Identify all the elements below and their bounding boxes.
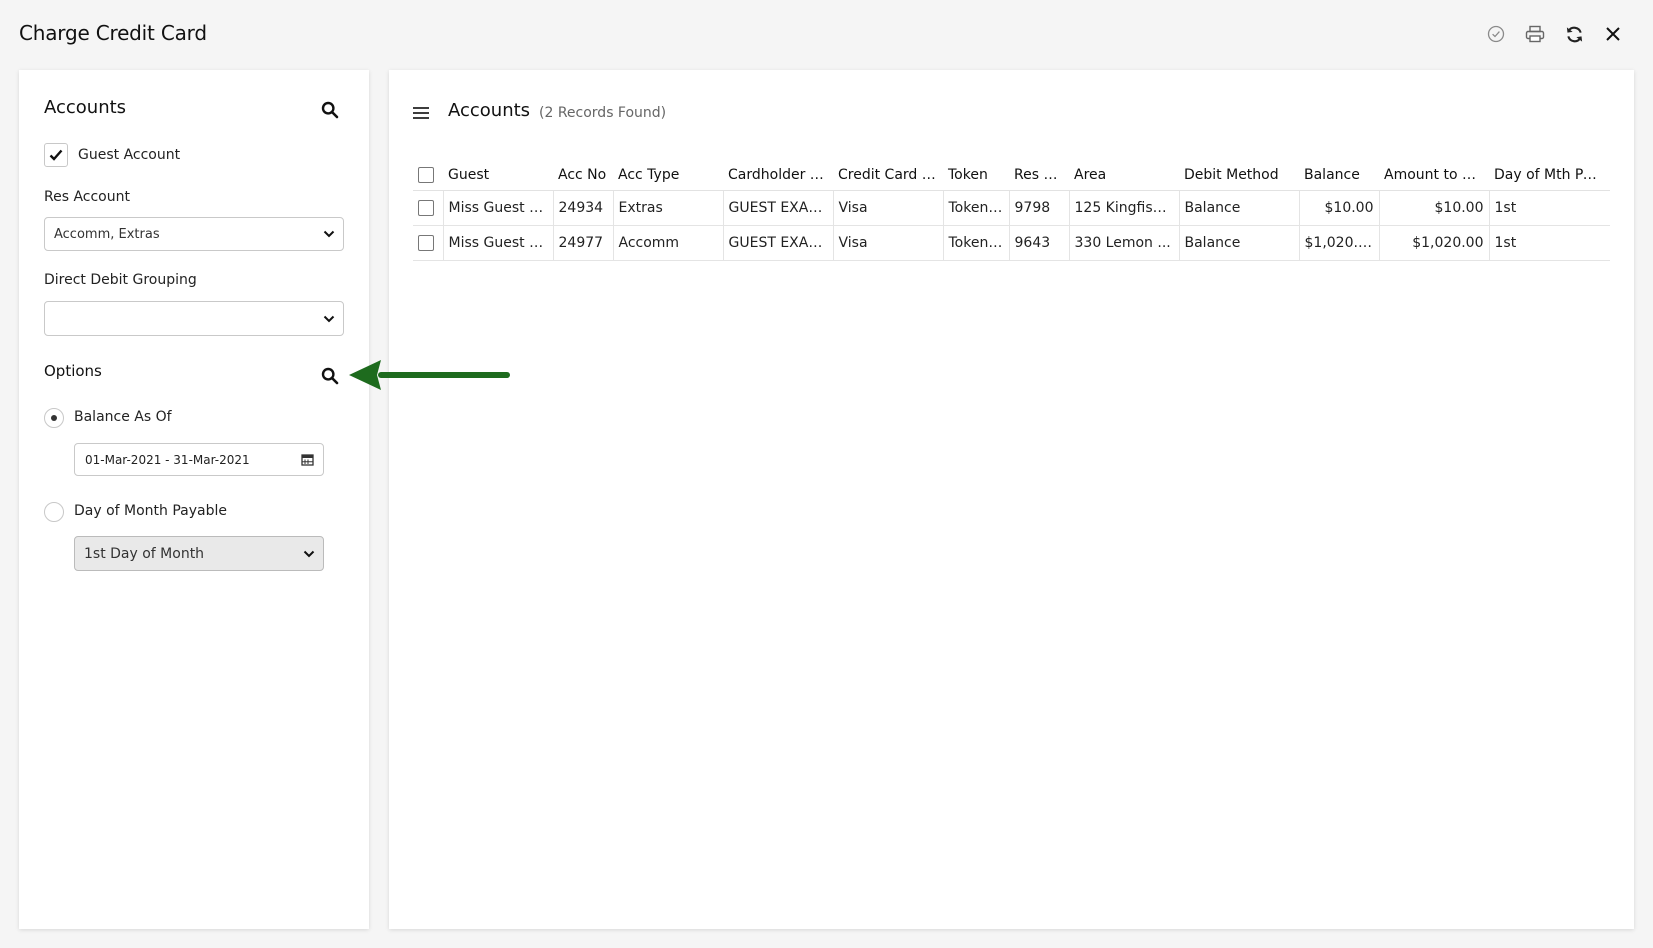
refresh-button[interactable] [1562,22,1586,46]
table-cell: Balance [1178,225,1299,261]
calendar-icon [301,454,314,466]
row-checkbox[interactable] [418,199,434,216]
select-all-cell [413,160,443,191]
filter-panel: Accounts Guest Account Res Account Accom… [19,70,369,929]
direct-debit-grouping-label: Direct Debit Grouping [44,272,197,288]
table-cell: Miss Guest E... [442,225,553,261]
menu-button[interactable] [413,105,429,124]
res-account-value: Accomm, Extras [54,226,160,242]
table-cell: Balance [1178,190,1299,226]
checkmark-icon [49,149,63,161]
table-cell: Visa [832,190,943,226]
column-header[interactable]: Acc Type [613,160,723,191]
column-header[interactable]: Credit Card (... [833,160,943,191]
column-header[interactable]: Acc No [553,160,613,191]
column-header[interactable]: Guest [443,160,553,191]
chevron-down-icon [323,315,335,322]
day-of-month-label: Day of Month Payable [74,503,228,519]
save-button[interactable] [1484,22,1508,46]
table-cell: GUEST EXAM... [722,225,833,261]
table-cell: 24934 [552,190,613,226]
table-cell: Accomm [612,225,723,261]
window-title: Charge Credit Card [19,21,207,45]
table-cell: $10.00 [1378,190,1489,226]
table-cell: 1st [1488,190,1610,226]
table-cell: Extras [612,190,723,226]
table-cell: 9643 [1008,225,1069,261]
row-select-cell [413,190,443,226]
table-cell: Visa [832,225,943,261]
accounts-section-title: Accounts [44,97,127,118]
column-header[interactable]: Cardholder N... [723,160,833,191]
table-cell: $10.00 [1298,190,1379,226]
column-header[interactable]: Res N... [1009,160,1069,191]
search-icon [321,101,339,119]
row-checkbox[interactable] [418,234,434,251]
table-cell: 125 Kingfishe... [1068,190,1179,226]
day-of-month-value: 1st Day of Month [84,545,205,562]
results-panel: Accounts (2 Records Found) Guest Acc No … [389,70,1634,929]
chevron-down-icon [323,230,335,238]
table-cell: 9798 [1008,190,1069,226]
accounts-table: Guest Acc No Acc Type Cardholder N... Cr… [413,160,1610,261]
column-header[interactable]: Debit Method [1179,160,1299,191]
table-cell: Miss Guest E... [442,190,553,226]
results-title: Accounts [448,100,531,121]
table-cell: $1,020.00 [1378,225,1489,261]
date-range-input[interactable]: 01-Mar-2021 - 31-Mar-2021 [74,443,324,476]
table-cell: 330 Lemon ... [1068,225,1179,261]
direct-debit-grouping-select[interactable] [44,301,344,336]
res-account-label: Res Account [44,189,130,205]
check-circle-icon [1487,25,1505,43]
column-header[interactable]: Balance [1299,160,1379,191]
res-account-select[interactable]: Accomm, Extras [44,217,344,251]
table-cell: Token ... [942,190,1009,226]
table-header-row: Guest Acc No Acc Type Cardholder N... Cr… [413,160,1610,191]
guest-account-label: Guest Account [78,147,181,163]
table-cell: 1st [1488,225,1610,261]
column-header[interactable]: Amount to D... [1379,160,1489,191]
day-of-month-select[interactable]: 1st Day of Month [74,536,324,571]
date-range-value: 01-Mar-2021 - 31-Mar-2021 [85,452,250,467]
day-of-month-radio[interactable] [44,502,64,522]
print-button[interactable] [1523,22,1547,46]
close-icon [1606,27,1620,41]
search-icon [321,367,339,385]
radio-selected-dot [51,415,57,421]
options-section-title: Options [44,362,102,380]
table-cell: GUEST EXAM... [722,190,833,226]
print-icon [1525,25,1545,43]
table-cell: 24977 [552,225,613,261]
column-header[interactable]: Day of Mth Pay... [1489,160,1610,191]
balance-as-of-radio[interactable] [44,408,64,428]
annotation-arrow-icon [349,360,510,390]
balance-as-of-label: Balance As Of [74,409,172,425]
options-search-button[interactable] [319,365,341,387]
close-button[interactable] [1601,22,1625,46]
window-toolbar [1484,22,1625,46]
table-cell: Token ... [942,225,1009,261]
hamburger-menu-icon [413,107,429,119]
accounts-search-button[interactable] [319,99,341,121]
table-row[interactable]: Miss Guest E... 24977 Accomm GUEST EXAM.… [413,225,1610,261]
select-all-checkbox[interactable] [418,166,434,183]
row-select-cell [413,225,443,261]
table-row[interactable]: Miss Guest E... 24934 Extras GUEST EXAM.… [413,190,1610,226]
column-header[interactable]: Token [943,160,1009,191]
chevron-down-icon [303,550,315,557]
guest-account-checkbox[interactable] [44,143,68,167]
table-cell: $1,020.00 [1298,225,1379,261]
column-header[interactable]: Area [1069,160,1179,191]
refresh-icon [1566,26,1582,42]
records-count: (2 Records Found) [539,105,667,121]
